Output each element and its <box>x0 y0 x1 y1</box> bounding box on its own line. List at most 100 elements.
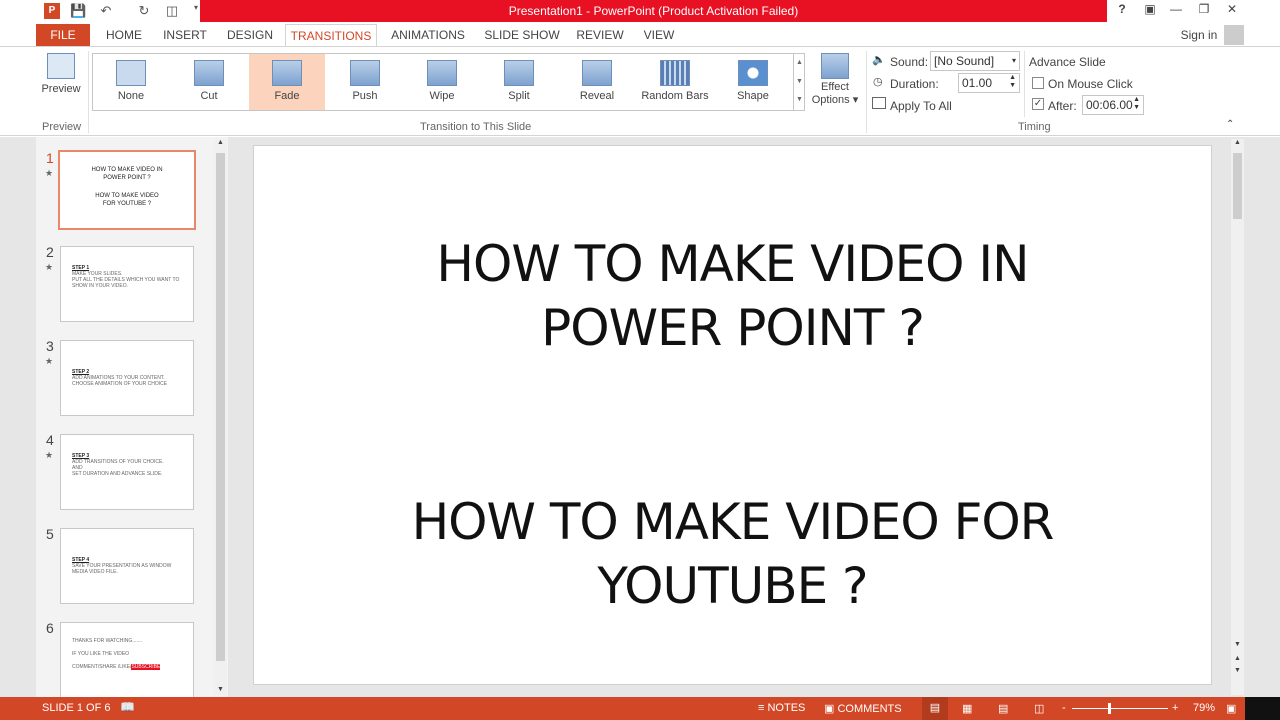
transition-shape[interactable]: Shape <box>715 54 791 110</box>
sign-in-link[interactable]: Sign in <box>1176 24 1222 46</box>
minimize-button[interactable]: — <box>1164 2 1188 20</box>
divider <box>866 51 867 133</box>
previous-slide-icon[interactable]: ▲ <box>1231 655 1244 662</box>
transition-none[interactable]: None <box>93 54 169 110</box>
transition-split-icon <box>504 60 534 86</box>
thumbnail-scrollbar[interactable]: ▲ ▼ <box>214 139 227 695</box>
slide-count: SLIDE 1 OF 6 <box>42 702 111 714</box>
slide-subtitle-line[interactable]: YOUTUBE ? <box>254 554 1211 618</box>
save-icon[interactable]: 💾 <box>70 3 86 19</box>
advance-slide-heading: Advance Slide <box>1029 55 1106 69</box>
tab-slide-show[interactable]: SLIDE SHOW <box>482 24 562 46</box>
apply-to-all-icon <box>872 97 886 109</box>
normal-view-icon[interactable]: ▤ <box>922 697 948 720</box>
slide-scrollbar[interactable]: ▲ ▼ ▲ ▼ <box>1231 139 1244 695</box>
scroll-down-icon[interactable]: ▼ <box>214 686 227 693</box>
transition-reveal[interactable]: Reveal <box>559 54 635 110</box>
tab-home[interactable]: HOME <box>98 24 150 46</box>
thumb-line: COMMENT/SHARE /LIKE/SUBSCRIBE <box>72 664 161 670</box>
zoom-in-button[interactable]: + <box>1172 702 1178 714</box>
transition-cut[interactable]: Cut <box>171 54 247 110</box>
slide-thumbnail-3[interactable]: STEP 2 ADD ANIMATIONS TO YOUR CONTENT. CHO… <box>60 340 194 416</box>
scroll-thumb[interactable] <box>216 153 225 661</box>
start-from-beginning-icon[interactable]: ◫ <box>164 3 180 19</box>
scroll-up-icon[interactable]: ▲ <box>1231 139 1244 146</box>
preview-button[interactable]: Preview <box>38 53 84 109</box>
slide-thumbnail-2[interactable]: STEP 1 MAKE YOUR SLIDES. PUT ALL THE DETAI… <box>60 246 194 322</box>
transition-push[interactable]: Push <box>327 54 403 110</box>
slide-subtitle-line[interactable]: HOW TO MAKE VIDEO FOR <box>254 490 1211 554</box>
spinner-arrows-icon[interactable]: ▲ ▼ <box>1133 96 1140 112</box>
sound-label: Sound: <box>890 55 929 69</box>
apply-to-all-button[interactable]: Apply To All <box>890 99 952 113</box>
tab-animations[interactable]: ANIMATIONS <box>386 24 470 46</box>
on-mouse-click-checkbox[interactable] <box>1032 77 1044 89</box>
undo-icon[interactable]: ↶ <box>98 3 114 19</box>
transition-push-icon <box>350 60 380 86</box>
redo-icon[interactable]: ↻ <box>136 3 152 19</box>
gallery-more-icon[interactable]: ▼ <box>794 91 805 109</box>
transition-wipe[interactable]: Wipe <box>404 54 480 110</box>
slide-thumbnail-6[interactable]: THANKS FOR WATCHING....... IF YOU LIKE TH… <box>60 622 194 698</box>
restore-button[interactable]: ❐ <box>1192 2 1216 20</box>
duration-label: Duration: <box>890 77 939 91</box>
slide-title-line[interactable]: HOW TO MAKE VIDEO IN <box>254 232 1211 296</box>
help-button[interactable]: ? <box>1110 2 1134 20</box>
tab-design[interactable]: DESIGN <box>222 24 278 46</box>
sound-icon: 🔈 <box>872 54 886 66</box>
effect-options-button[interactable]: Effect Options ▾ <box>810 53 860 119</box>
slide-thumbnail-5[interactable]: STEP 4 SAVE YOUR PRESENTATION AS WINDOW ME… <box>60 528 194 604</box>
spell-check-icon[interactable]: 📖 <box>120 700 135 714</box>
zoom-slider-thumb[interactable] <box>1108 703 1111 714</box>
slide-number: 1 <box>46 150 54 166</box>
sound-dropdown[interactable]: [No Sound] ▾ <box>930 51 1020 71</box>
after-checkbox[interactable]: ✓ <box>1032 98 1044 110</box>
transition-split[interactable]: Split <box>481 54 557 110</box>
transition-cut-icon <box>194 60 224 86</box>
scroll-up-icon[interactable]: ▲ <box>214 139 227 146</box>
status-bar: SLIDE 1 OF 6 📖 ≡ NOTES ▣ COMMENTS ▤ ▦ ▤ … <box>0 697 1245 720</box>
transition-wipe-icon <box>427 60 457 86</box>
divider <box>1024 51 1025 117</box>
notes-button[interactable]: ≡ NOTES <box>758 702 805 714</box>
after-time-spinner[interactable]: 00:06.00 ▲ ▼ <box>1082 95 1144 115</box>
collapse-ribbon-icon[interactable]: ⌃ <box>1226 119 1234 130</box>
slide-title-line[interactable]: POWER POINT ? <box>254 296 1211 360</box>
zoom-out-button[interactable]: - <box>1062 702 1066 714</box>
next-slide-icon[interactable]: ▼ <box>1231 667 1244 674</box>
effect-options-icon <box>821 53 849 79</box>
comments-button[interactable]: ▣ COMMENTS <box>824 702 902 715</box>
fit-slide-icon[interactable]: ▣ <box>1226 702 1236 715</box>
slide-thumbnail-4[interactable]: STEP 3 ADD TRANSITIONS OF YOUR CHOICE. AND… <box>60 434 194 510</box>
duration-spinner[interactable]: 01.00 ▲ ▼ <box>958 73 1020 93</box>
zoom-slider[interactable] <box>1072 708 1168 709</box>
slide-canvas[interactable]: HOW TO MAKE VIDEO IN POWER POINT ? HOW T… <box>253 145 1212 685</box>
gallery-scrollbar[interactable]: ▲ ▼ ▼ <box>793 53 805 111</box>
spinner-arrows-icon[interactable]: ▲ ▼ <box>1009 74 1016 90</box>
gallery-up-icon[interactable]: ▲ <box>794 53 805 72</box>
tab-transitions[interactable]: TRANSITIONS <box>285 24 377 46</box>
after-label: After: <box>1048 99 1077 113</box>
close-button[interactable]: ✕ <box>1220 2 1244 20</box>
transition-random-bars[interactable]: Random Bars <box>637 54 713 110</box>
tab-file[interactable]: FILE <box>36 24 90 46</box>
tab-insert[interactable]: INSERT <box>158 24 212 46</box>
scroll-thumb[interactable] <box>1233 153 1242 219</box>
zoom-level[interactable]: 79% <box>1193 702 1215 714</box>
preview-group-label: Preview <box>42 121 82 133</box>
reading-view-icon[interactable]: ▤ <box>998 702 1008 715</box>
slide-number: 2 <box>46 244 54 260</box>
clock-icon: ◷ <box>873 76 883 88</box>
tab-review[interactable]: REVIEW <box>572 24 628 46</box>
transition-random-bars-icon <box>660 60 690 86</box>
tab-view[interactable]: VIEW <box>638 24 680 46</box>
ribbon-display-options-icon[interactable]: ▣ <box>1138 2 1162 20</box>
slide-show-icon[interactable]: ◫ <box>1034 702 1044 715</box>
previous-slide-icon[interactable]: ▼ <box>1231 641 1244 648</box>
user-avatar-icon[interactable] <box>1224 25 1244 45</box>
gallery-down-icon[interactable]: ▼ <box>794 72 805 91</box>
slide-sorter-icon[interactable]: ▦ <box>962 702 972 715</box>
transition-fade[interactable]: Fade <box>249 54 325 110</box>
slide-thumbnail-1[interactable]: HOW TO MAKE VIDEO IN POWER POINT ? HOW T… <box>58 150 196 230</box>
slide-number: 4 <box>46 432 54 448</box>
